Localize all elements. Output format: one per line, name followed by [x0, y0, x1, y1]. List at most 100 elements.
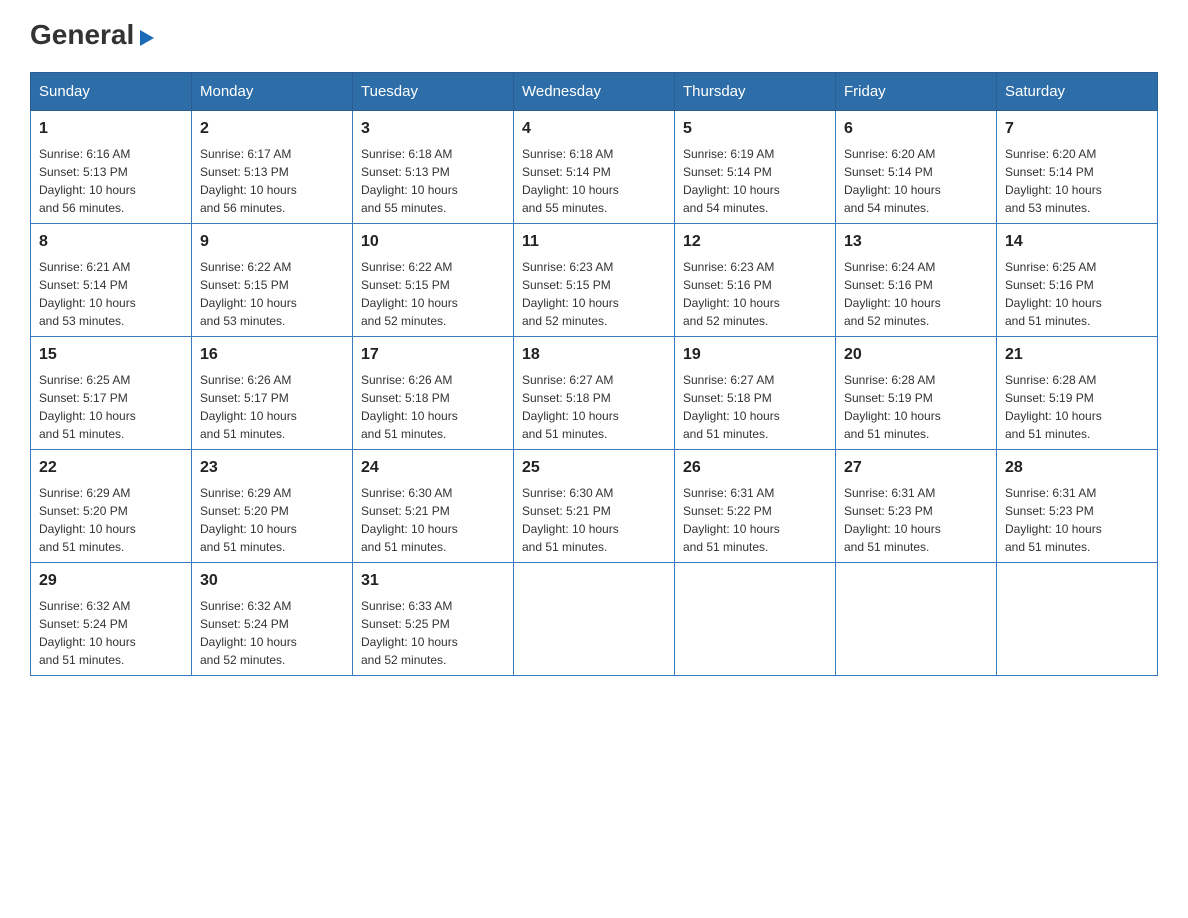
calendar-cell: [675, 563, 836, 676]
calendar-cell: 25 Sunrise: 6:30 AMSunset: 5:21 PMDaylig…: [514, 450, 675, 563]
day-number: 26: [683, 456, 827, 480]
day-info: Sunrise: 6:17 AMSunset: 5:13 PMDaylight:…: [200, 145, 344, 217]
day-number: 29: [39, 569, 183, 593]
calendar-cell: [514, 563, 675, 676]
day-number: 1: [39, 117, 183, 141]
day-info: Sunrise: 6:26 AMSunset: 5:18 PMDaylight:…: [361, 371, 505, 443]
day-header-thursday: Thursday: [675, 73, 836, 111]
day-number: 7: [1005, 117, 1149, 141]
page-header: General: [30, 20, 1158, 52]
day-info: Sunrise: 6:18 AMSunset: 5:13 PMDaylight:…: [361, 145, 505, 217]
day-number: 23: [200, 456, 344, 480]
calendar-cell: 1 Sunrise: 6:16 AMSunset: 5:13 PMDayligh…: [31, 111, 192, 224]
calendar-header-row: SundayMondayTuesdayWednesdayThursdayFrid…: [31, 73, 1158, 111]
day-number: 18: [522, 343, 666, 367]
day-number: 11: [522, 230, 666, 254]
calendar-cell: 18 Sunrise: 6:27 AMSunset: 5:18 PMDaylig…: [514, 337, 675, 450]
calendar-table: SundayMondayTuesdayWednesdayThursdayFrid…: [30, 72, 1158, 676]
day-number: 30: [200, 569, 344, 593]
day-number: 17: [361, 343, 505, 367]
calendar-week-row: 29 Sunrise: 6:32 AMSunset: 5:24 PMDaylig…: [31, 563, 1158, 676]
calendar-week-row: 8 Sunrise: 6:21 AMSunset: 5:14 PMDayligh…: [31, 224, 1158, 337]
day-info: Sunrise: 6:32 AMSunset: 5:24 PMDaylight:…: [39, 597, 183, 669]
day-info: Sunrise: 6:32 AMSunset: 5:24 PMDaylight:…: [200, 597, 344, 669]
logo-arrow-icon: [138, 21, 156, 52]
day-info: Sunrise: 6:29 AMSunset: 5:20 PMDaylight:…: [200, 484, 344, 556]
day-info: Sunrise: 6:30 AMSunset: 5:21 PMDaylight:…: [522, 484, 666, 556]
day-number: 20: [844, 343, 988, 367]
day-info: Sunrise: 6:22 AMSunset: 5:15 PMDaylight:…: [200, 258, 344, 330]
day-info: Sunrise: 6:31 AMSunset: 5:23 PMDaylight:…: [844, 484, 988, 556]
calendar-cell: 6 Sunrise: 6:20 AMSunset: 5:14 PMDayligh…: [836, 111, 997, 224]
calendar-cell: 15 Sunrise: 6:25 AMSunset: 5:17 PMDaylig…: [31, 337, 192, 450]
day-number: 13: [844, 230, 988, 254]
calendar-cell: 27 Sunrise: 6:31 AMSunset: 5:23 PMDaylig…: [836, 450, 997, 563]
day-number: 14: [1005, 230, 1149, 254]
calendar-week-row: 15 Sunrise: 6:25 AMSunset: 5:17 PMDaylig…: [31, 337, 1158, 450]
calendar-cell: 5 Sunrise: 6:19 AMSunset: 5:14 PMDayligh…: [675, 111, 836, 224]
day-number: 19: [683, 343, 827, 367]
day-info: Sunrise: 6:27 AMSunset: 5:18 PMDaylight:…: [683, 371, 827, 443]
calendar-cell: 16 Sunrise: 6:26 AMSunset: 5:17 PMDaylig…: [192, 337, 353, 450]
day-number: 27: [844, 456, 988, 480]
day-number: 3: [361, 117, 505, 141]
day-number: 12: [683, 230, 827, 254]
calendar-cell: 17 Sunrise: 6:26 AMSunset: 5:18 PMDaylig…: [353, 337, 514, 450]
day-info: Sunrise: 6:20 AMSunset: 5:14 PMDaylight:…: [1005, 145, 1149, 217]
calendar-cell: [997, 563, 1158, 676]
day-info: Sunrise: 6:20 AMSunset: 5:14 PMDaylight:…: [844, 145, 988, 217]
day-number: 25: [522, 456, 666, 480]
calendar-cell: 21 Sunrise: 6:28 AMSunset: 5:19 PMDaylig…: [997, 337, 1158, 450]
calendar-cell: 14 Sunrise: 6:25 AMSunset: 5:16 PMDaylig…: [997, 224, 1158, 337]
calendar-cell: 13 Sunrise: 6:24 AMSunset: 5:16 PMDaylig…: [836, 224, 997, 337]
calendar-week-row: 22 Sunrise: 6:29 AMSunset: 5:20 PMDaylig…: [31, 450, 1158, 563]
day-info: Sunrise: 6:23 AMSunset: 5:15 PMDaylight:…: [522, 258, 666, 330]
calendar-cell: 12 Sunrise: 6:23 AMSunset: 5:16 PMDaylig…: [675, 224, 836, 337]
day-info: Sunrise: 6:33 AMSunset: 5:25 PMDaylight:…: [361, 597, 505, 669]
calendar-cell: 8 Sunrise: 6:21 AMSunset: 5:14 PMDayligh…: [31, 224, 192, 337]
day-info: Sunrise: 6:24 AMSunset: 5:16 PMDaylight:…: [844, 258, 988, 330]
day-info: Sunrise: 6:25 AMSunset: 5:17 PMDaylight:…: [39, 371, 183, 443]
day-number: 10: [361, 230, 505, 254]
day-info: Sunrise: 6:30 AMSunset: 5:21 PMDaylight:…: [361, 484, 505, 556]
day-number: 21: [1005, 343, 1149, 367]
day-number: 28: [1005, 456, 1149, 480]
day-header-sunday: Sunday: [31, 73, 192, 111]
logo: General: [30, 20, 156, 52]
day-header-monday: Monday: [192, 73, 353, 111]
day-number: 2: [200, 117, 344, 141]
calendar-week-row: 1 Sunrise: 6:16 AMSunset: 5:13 PMDayligh…: [31, 111, 1158, 224]
day-info: Sunrise: 6:18 AMSunset: 5:14 PMDaylight:…: [522, 145, 666, 217]
day-number: 31: [361, 569, 505, 593]
calendar-cell: 22 Sunrise: 6:29 AMSunset: 5:20 PMDaylig…: [31, 450, 192, 563]
calendar-cell: 3 Sunrise: 6:18 AMSunset: 5:13 PMDayligh…: [353, 111, 514, 224]
calendar-cell: 23 Sunrise: 6:29 AMSunset: 5:20 PMDaylig…: [192, 450, 353, 563]
calendar-cell: 11 Sunrise: 6:23 AMSunset: 5:15 PMDaylig…: [514, 224, 675, 337]
calendar-cell: 7 Sunrise: 6:20 AMSunset: 5:14 PMDayligh…: [997, 111, 1158, 224]
logo-line1: General: [30, 20, 156, 52]
day-info: Sunrise: 6:19 AMSunset: 5:14 PMDaylight:…: [683, 145, 827, 217]
day-number: 24: [361, 456, 505, 480]
day-header-wednesday: Wednesday: [514, 73, 675, 111]
day-info: Sunrise: 6:23 AMSunset: 5:16 PMDaylight:…: [683, 258, 827, 330]
calendar-cell: 28 Sunrise: 6:31 AMSunset: 5:23 PMDaylig…: [997, 450, 1158, 563]
calendar-cell: 20 Sunrise: 6:28 AMSunset: 5:19 PMDaylig…: [836, 337, 997, 450]
day-info: Sunrise: 6:31 AMSunset: 5:23 PMDaylight:…: [1005, 484, 1149, 556]
day-number: 16: [200, 343, 344, 367]
day-info: Sunrise: 6:27 AMSunset: 5:18 PMDaylight:…: [522, 371, 666, 443]
day-info: Sunrise: 6:29 AMSunset: 5:20 PMDaylight:…: [39, 484, 183, 556]
calendar-cell: 26 Sunrise: 6:31 AMSunset: 5:22 PMDaylig…: [675, 450, 836, 563]
day-number: 4: [522, 117, 666, 141]
calendar-cell: 24 Sunrise: 6:30 AMSunset: 5:21 PMDaylig…: [353, 450, 514, 563]
day-info: Sunrise: 6:31 AMSunset: 5:22 PMDaylight:…: [683, 484, 827, 556]
day-info: Sunrise: 6:25 AMSunset: 5:16 PMDaylight:…: [1005, 258, 1149, 330]
day-info: Sunrise: 6:22 AMSunset: 5:15 PMDaylight:…: [361, 258, 505, 330]
day-number: 5: [683, 117, 827, 141]
day-number: 22: [39, 456, 183, 480]
calendar-cell: 9 Sunrise: 6:22 AMSunset: 5:15 PMDayligh…: [192, 224, 353, 337]
day-info: Sunrise: 6:26 AMSunset: 5:17 PMDaylight:…: [200, 371, 344, 443]
calendar-cell: [836, 563, 997, 676]
calendar-cell: 19 Sunrise: 6:27 AMSunset: 5:18 PMDaylig…: [675, 337, 836, 450]
calendar-cell: 30 Sunrise: 6:32 AMSunset: 5:24 PMDaylig…: [192, 563, 353, 676]
calendar-cell: 29 Sunrise: 6:32 AMSunset: 5:24 PMDaylig…: [31, 563, 192, 676]
